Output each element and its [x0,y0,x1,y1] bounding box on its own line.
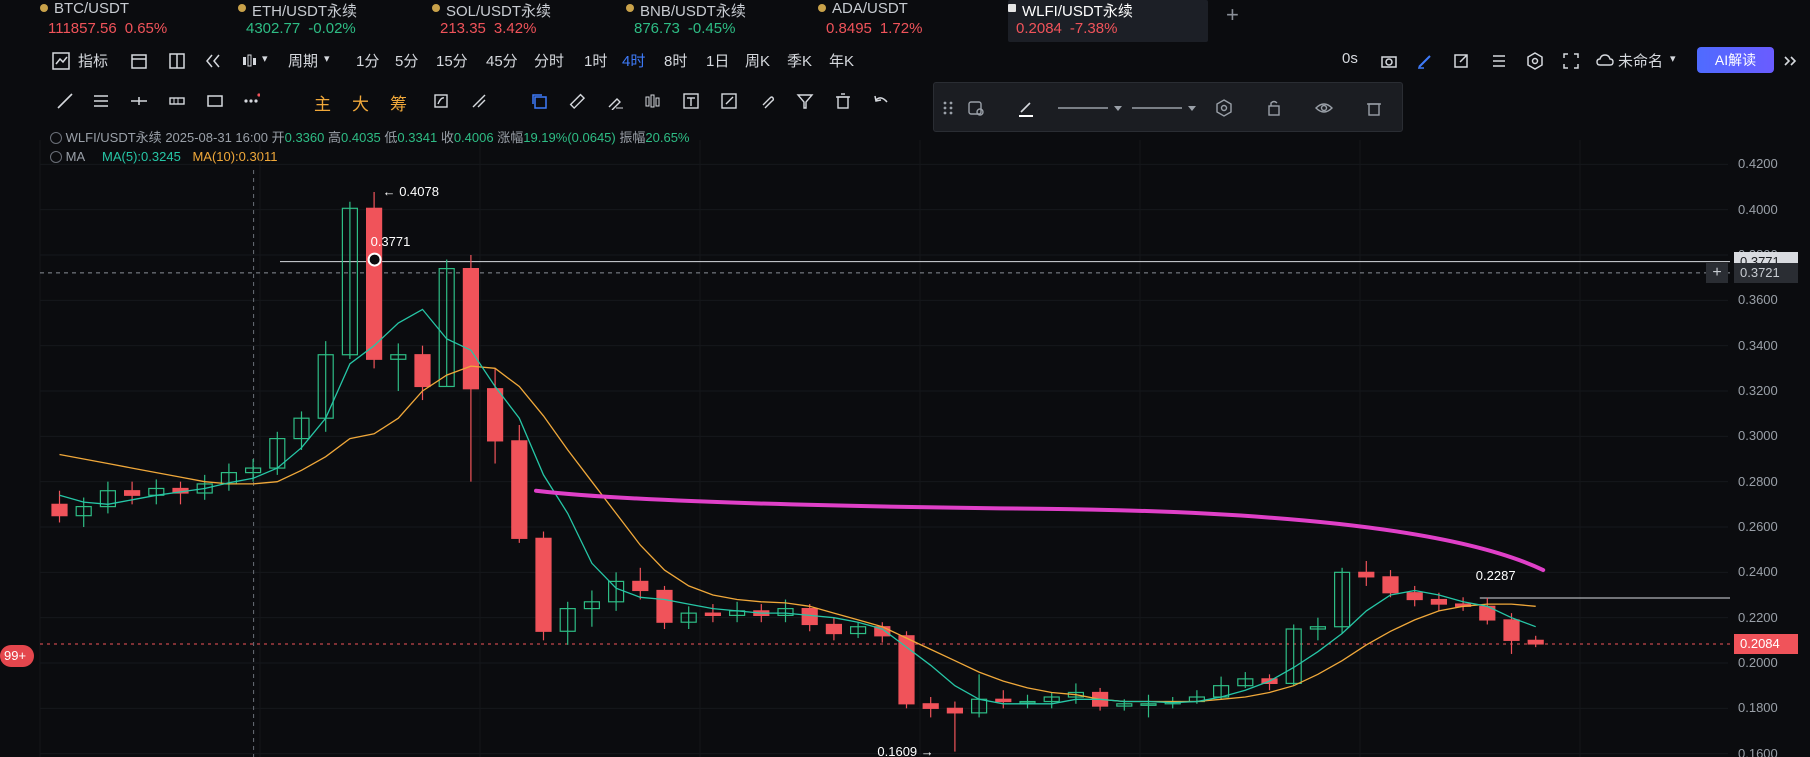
candle-body [704,612,722,617]
candle-body [825,623,843,635]
high-marker-label: ← 0.4078 [382,183,439,199]
candle-body [995,698,1012,703]
price-axis[interactable]: 0.42000.40000.38000.36000.34000.32000.30… [1730,120,1810,757]
crosshair-price-tag: 0.3721 [1734,262,1798,283]
price-axis-tick: 0.1600 [1738,745,1778,757]
low-marker-label: 0.1609 → [877,743,934,757]
candle-body [1406,592,1423,601]
ma5-line [59,308,1536,705]
candle-body [1503,619,1520,641]
candle-body [1527,639,1544,645]
notification-badge[interactable]: 99+ [0,645,34,667]
price-axis-tick: 0.2600 [1738,519,1778,534]
add-alert-icon[interactable]: + [1706,262,1728,283]
price-axis-tick: 0.1800 [1738,700,1778,716]
candle-body [922,703,939,709]
ma10-line [59,365,1536,703]
price-axis-tick: 0.3400 [1738,337,1778,353]
candle-body [487,388,504,442]
price-axis-tick: 0.3200 [1738,383,1778,398]
price-axis-tick: 0.4200 [1738,156,1778,172]
candle-body [1382,576,1399,594]
price-axis-tick: 0.2200 [1738,609,1778,625]
current-price-tag: 0.2084 [1734,633,1798,654]
candle-body [511,440,528,539]
candle-body [946,707,964,714]
candle-body [51,503,68,517]
price-axis-tick: 0.2800 [1738,473,1778,489]
candle-body [898,635,915,705]
line-anchor-handle [367,252,382,267]
hline-label: 0.3771 [370,233,411,249]
price-axis-tick: 0.4000 [1738,201,1778,217]
price-axis-tick: 0.2400 [1738,564,1778,580]
trend-line-drawing [534,488,1546,573]
price-axis-tick: 0.2000 [1738,655,1778,670]
candle-body [414,354,431,388]
right-hline-label: 0.2287 [1475,567,1516,583]
candle-body [632,580,649,592]
candle-body [1430,598,1448,605]
candle-body [535,537,552,632]
candle-body [462,268,479,390]
candle-body [123,490,141,496]
price-axis-tick: 0.3000 [1738,428,1778,444]
candle-body [656,589,673,623]
price-chart[interactable] [0,0,1810,757]
candle-body [366,207,383,360]
price-axis-tick: 0.3600 [1738,292,1778,308]
candle-body [1358,571,1375,578]
